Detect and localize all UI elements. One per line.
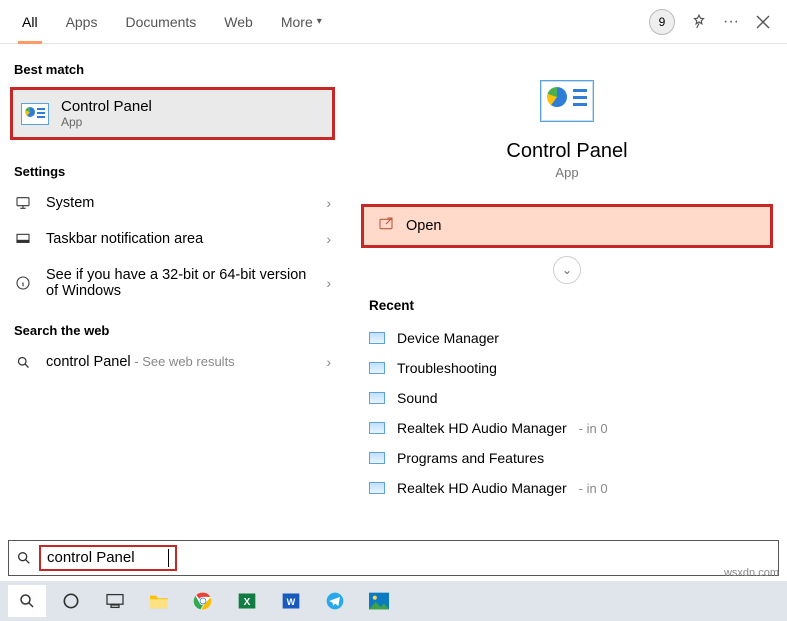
taskbar-explorer-button[interactable]	[140, 585, 178, 617]
settings-item-taskbar[interactable]: Taskbar notification area ›	[0, 221, 345, 257]
applet-icon	[369, 332, 385, 344]
best-match-title: Control Panel	[61, 98, 152, 115]
preview-subtitle: App	[555, 165, 578, 180]
right-preview: Control Panel App Open ⌄ Recent Device M…	[345, 44, 787, 539]
section-best-match: Best match	[0, 48, 345, 83]
taskbar-telegram-button[interactable]	[316, 585, 354, 617]
left-results: Best match Control Panel App Settings Sy…	[0, 44, 345, 539]
search-icon	[14, 355, 32, 370]
taskbar-photos-button[interactable]	[360, 585, 398, 617]
open-icon	[378, 216, 394, 236]
tab-more[interactable]: More▾	[267, 0, 336, 44]
tab-documents[interactable]: Documents	[111, 0, 210, 44]
web-search-item[interactable]: control Panel - See web results ›	[0, 344, 345, 380]
taskbar-search-button[interactable]	[8, 585, 46, 617]
recent-item[interactable]: Programs and Features	[369, 443, 765, 473]
taskbar-taskview-button[interactable]	[96, 585, 134, 617]
chevron-right-icon: ›	[326, 231, 331, 247]
applet-icon	[369, 452, 385, 464]
best-match-item[interactable]: Control Panel App	[10, 87, 335, 140]
svg-text:X: X	[244, 597, 251, 608]
recent-item[interactable]: Troubleshooting	[369, 353, 765, 383]
taskbar: X W	[0, 581, 787, 621]
tab-apps[interactable]: Apps	[52, 0, 112, 44]
applet-icon	[369, 392, 385, 404]
applet-icon	[369, 362, 385, 374]
recent-item[interactable]: Device Manager	[369, 323, 765, 353]
section-recent: Recent	[357, 298, 777, 323]
close-icon[interactable]	[747, 6, 779, 38]
expand-button[interactable]: ⌄	[553, 256, 581, 284]
search-icon	[9, 550, 39, 566]
preview-title: Control Panel	[506, 140, 627, 163]
applet-icon	[369, 482, 385, 494]
search-input[interactable]	[47, 549, 167, 566]
monitor-icon	[14, 195, 32, 211]
section-search-web: Search the web	[0, 309, 345, 344]
taskbar-excel-button[interactable]: X	[228, 585, 266, 617]
open-button[interactable]: Open	[361, 204, 773, 248]
section-settings: Settings	[0, 150, 345, 185]
recent-item[interactable]: Realtek HD Audio Manager - in 0	[369, 473, 765, 503]
recent-item[interactable]: Sound	[369, 383, 765, 413]
chevron-right-icon: ›	[326, 195, 331, 211]
settings-item-system[interactable]: System ›	[0, 185, 345, 221]
control-panel-icon	[21, 103, 49, 125]
feedback-icon[interactable]	[683, 6, 715, 38]
recent-item[interactable]: Realtek HD Audio Manager - in 0	[369, 413, 765, 443]
chevron-right-icon: ›	[326, 354, 331, 370]
best-match-subtitle: App	[61, 115, 152, 129]
taskbar-word-button[interactable]: W	[272, 585, 310, 617]
svg-text:W: W	[287, 597, 296, 607]
applet-icon	[369, 422, 385, 434]
tab-all[interactable]: All	[8, 0, 52, 44]
tab-web[interactable]: Web	[210, 0, 267, 44]
taskbar-icon	[14, 231, 32, 247]
more-icon[interactable]: ···	[715, 6, 747, 38]
info-icon	[14, 275, 32, 291]
search-bar[interactable]	[8, 540, 779, 576]
text-caret	[168, 549, 169, 567]
control-panel-icon	[540, 80, 594, 122]
taskbar-cortana-button[interactable]	[52, 585, 90, 617]
chevron-right-icon: ›	[326, 275, 331, 291]
settings-item-bitness[interactable]: See if you have a 32-bit or 64-bit versi…	[0, 257, 345, 309]
search-tabs: All Apps Documents Web More▾ 9 ···	[0, 0, 787, 44]
chevron-down-icon: ▾	[317, 16, 322, 27]
taskbar-chrome-button[interactable]	[184, 585, 222, 617]
rewards-badge[interactable]: 9	[649, 9, 675, 35]
watermark: wsxdn.com	[724, 567, 779, 579]
